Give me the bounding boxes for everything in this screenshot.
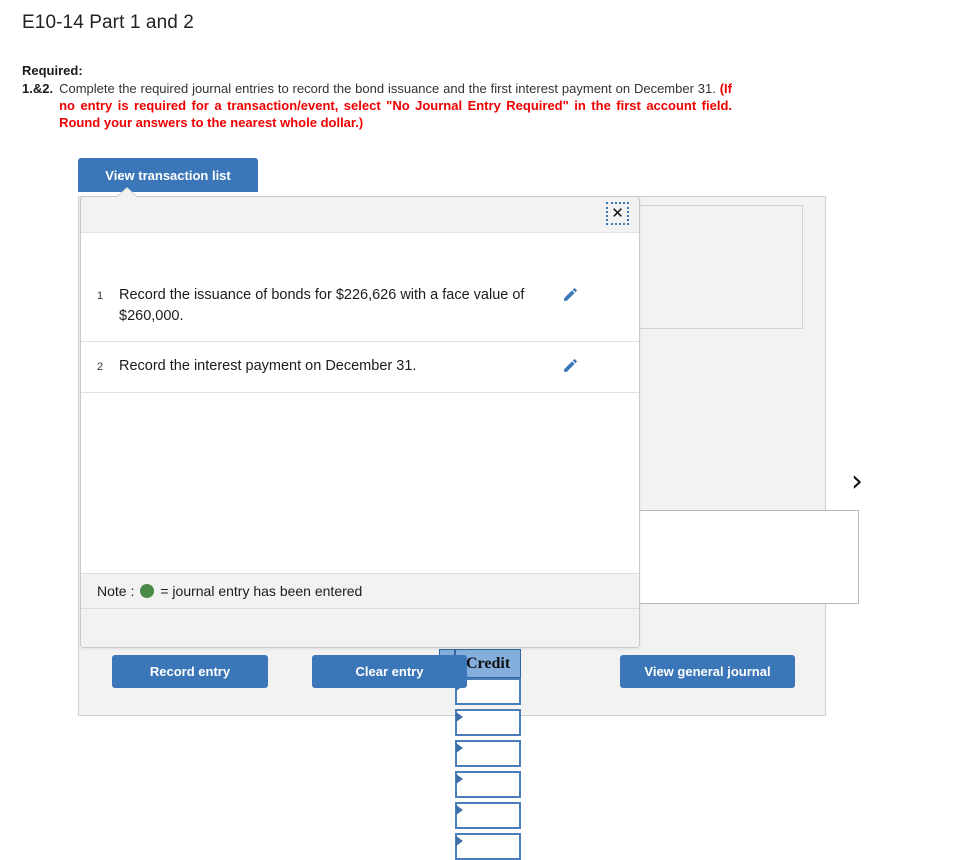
credit-input-cell[interactable] xyxy=(455,740,522,767)
next-transaction-chevron-icon[interactable]: › xyxy=(851,467,863,497)
table-row xyxy=(439,833,522,860)
note-prefix: Note : xyxy=(97,583,135,599)
view-general-journal-button[interactable]: View general journal xyxy=(620,655,795,688)
required-item-text: Complete the required journal entries to… xyxy=(59,80,732,131)
row-marker-icon xyxy=(456,743,463,753)
page-title: E10-14 Part 1 and 2 xyxy=(22,12,194,33)
view-transaction-list-button[interactable]: View transaction list xyxy=(78,158,258,192)
note-suffix: = journal entry has been entered xyxy=(160,583,363,599)
row-marker-icon xyxy=(456,836,463,846)
list-item[interactable]: 1 Record the issuance of bonds for $226,… xyxy=(81,271,639,342)
debit-cell-stub xyxy=(439,709,455,736)
table-row xyxy=(439,802,522,829)
row-marker-icon xyxy=(456,712,463,722)
transaction-number: 1 xyxy=(96,290,104,302)
credit-input-cell[interactable] xyxy=(455,833,522,860)
required-item: 1.&2. Complete the required journal entr… xyxy=(22,80,732,131)
transaction-description: Record the interest payment on December … xyxy=(119,358,417,374)
debit-cell-stub xyxy=(439,802,455,829)
credit-input-cell[interactable] xyxy=(455,771,522,798)
transaction-description: Record the issuance of bonds for $226,62… xyxy=(119,287,525,324)
required-item-number: 1.&2. xyxy=(22,81,54,96)
modal-header: ✕ xyxy=(81,197,639,233)
close-icon[interactable]: ✕ xyxy=(606,202,629,225)
row-marker-icon xyxy=(456,805,463,815)
modal-footer xyxy=(81,609,639,647)
pencil-icon xyxy=(563,288,577,301)
list-item[interactable]: 2 Record the interest payment on Decembe… xyxy=(81,342,639,393)
pencil-icon xyxy=(563,359,577,372)
edit-transaction-button[interactable] xyxy=(547,356,593,374)
clear-entry-button[interactable]: Clear entry xyxy=(312,655,467,688)
transaction-list: 1 Record the issuance of bonds for $226,… xyxy=(81,233,639,573)
modal-note: Note : = journal entry has been entered xyxy=(81,573,639,609)
required-label: Required: xyxy=(22,63,83,78)
credit-input-cell[interactable] xyxy=(455,802,522,829)
table-row xyxy=(439,740,522,767)
debit-cell-stub xyxy=(439,740,455,767)
row-marker-icon xyxy=(456,774,463,784)
debit-cell-stub xyxy=(439,771,455,798)
credit-input-cell[interactable] xyxy=(455,709,522,736)
debit-cell-stub xyxy=(439,833,455,860)
table-row xyxy=(439,709,522,736)
record-entry-button[interactable]: Record entry xyxy=(112,655,268,688)
journal-entry-table-body xyxy=(439,678,522,860)
table-row xyxy=(439,771,522,798)
required-block: Required: 1.&2. Complete the required jo… xyxy=(22,63,732,131)
transaction-number: 2 xyxy=(96,361,104,373)
entered-status-dot-icon xyxy=(140,584,155,598)
edit-transaction-button[interactable] xyxy=(547,285,593,303)
transaction-list-modal: ✕ 1 Record the issuance of bonds for $22… xyxy=(80,187,640,648)
required-text-normal: Complete the required journal entries to… xyxy=(59,81,720,96)
